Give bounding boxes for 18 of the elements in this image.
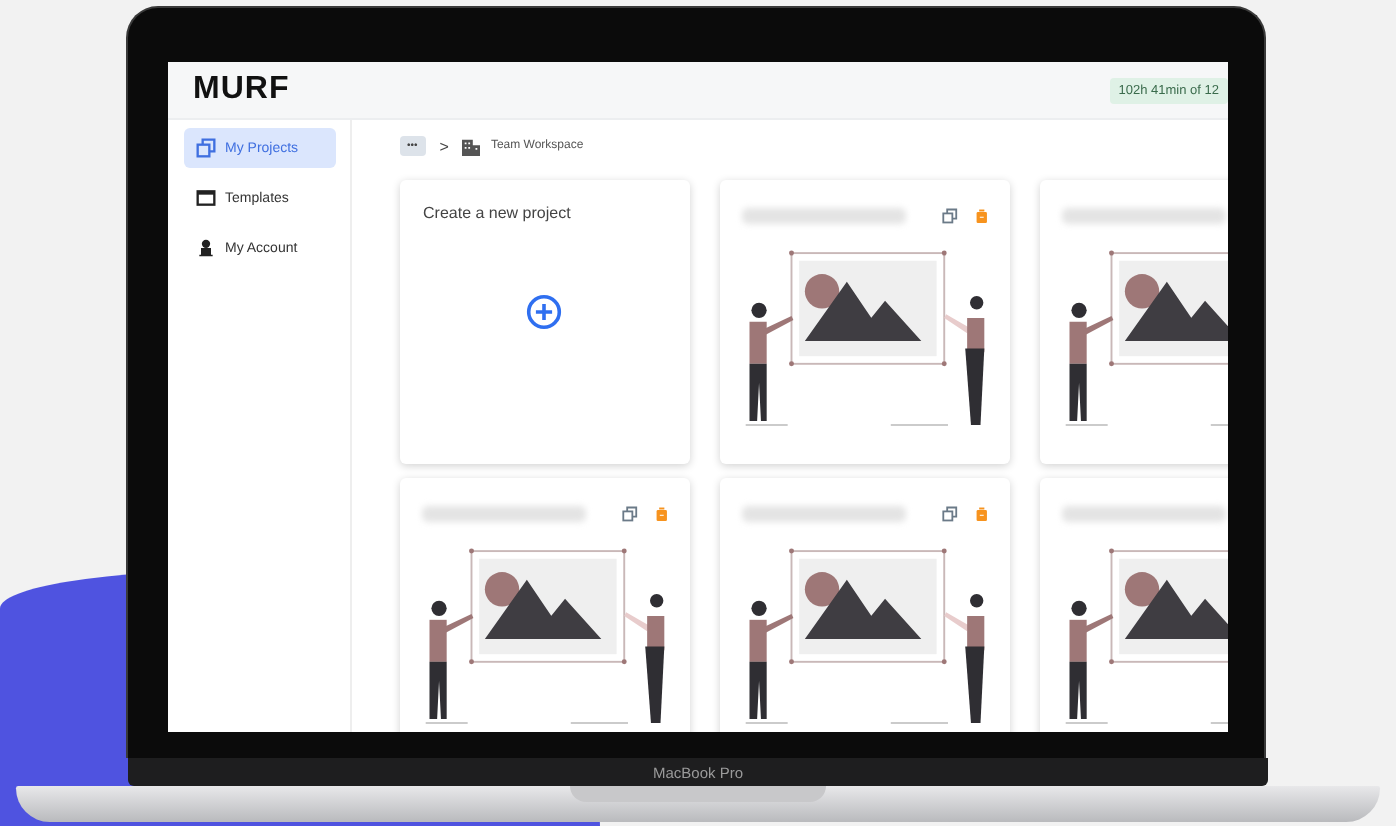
trash-icon[interactable] bbox=[653, 505, 669, 522]
trash-icon[interactable] bbox=[973, 505, 989, 522]
add-icon[interactable] bbox=[526, 294, 562, 330]
card-title: Create a new project bbox=[423, 204, 573, 222]
breadcrumb-separator: > bbox=[439, 137, 449, 155]
project-card[interactable] bbox=[719, 180, 1009, 464]
window-icon bbox=[195, 188, 215, 208]
project-card[interactable] bbox=[399, 478, 689, 732]
project-card[interactable] bbox=[719, 478, 1009, 732]
building-icon bbox=[462, 137, 481, 155]
new-project-card[interactable]: Create a new project bbox=[399, 180, 689, 464]
trash-icon[interactable] bbox=[973, 207, 989, 224]
person-icon bbox=[195, 238, 215, 258]
copy-icon[interactable] bbox=[941, 207, 958, 224]
logo: MURF bbox=[193, 72, 290, 108]
copy-icon[interactable] bbox=[941, 505, 958, 522]
copy-icon bbox=[195, 138, 215, 158]
copy-icon[interactable] bbox=[621, 505, 638, 522]
